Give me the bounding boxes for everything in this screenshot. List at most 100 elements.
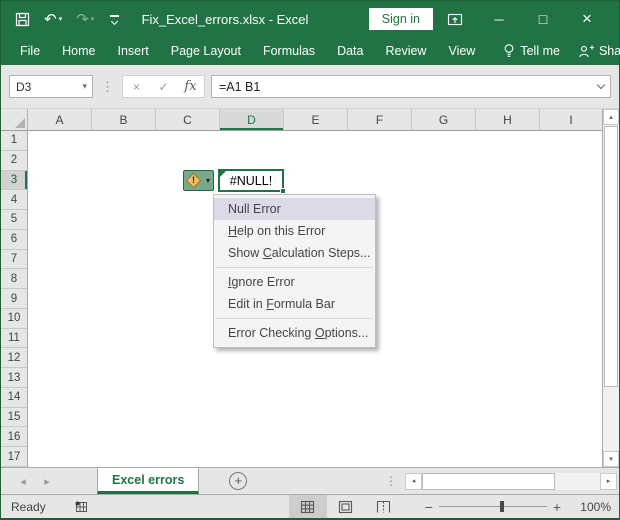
column-header-a[interactable]: A — [28, 109, 92, 130]
formula-bar-splitter[interactable]: ⋮ — [99, 79, 116, 95]
sign-in-button[interactable]: Sign in — [369, 8, 433, 30]
sheet-nav-right-icon[interactable]: ▸ — [35, 475, 59, 488]
save-icon[interactable] — [15, 12, 30, 27]
column-header-i[interactable]: I — [540, 109, 602, 130]
tab-home[interactable]: Home — [51, 39, 106, 63]
normal-view-button[interactable] — [289, 495, 327, 518]
zoom-level[interactable]: 100% — [577, 500, 611, 514]
row-header-8[interactable]: 8 — [1, 269, 27, 289]
sheet-tab-excel-errors[interactable]: Excel errors — [97, 468, 199, 494]
vertical-scrollbar[interactable]: ▴ ▾ — [602, 109, 619, 467]
page-layout-view-button[interactable] — [327, 495, 365, 518]
column-header-h[interactable]: H — [476, 109, 540, 130]
column-header-b[interactable]: B — [92, 109, 156, 130]
row-header-4[interactable]: 4 — [1, 190, 27, 210]
row-header-1[interactable]: 1 — [1, 131, 27, 151]
row-header-11[interactable]: 11 — [1, 329, 27, 349]
undo-button[interactable]: ↶▾ — [44, 12, 62, 27]
horizontal-scroll-thumb[interactable] — [422, 473, 555, 490]
row-header-9[interactable]: 9 — [1, 289, 27, 309]
active-cell[interactable]: #NULL! — [218, 169, 284, 192]
column-header-d[interactable]: D — [220, 109, 284, 130]
customize-quick-access-button[interactable] — [110, 15, 119, 24]
row-header-6[interactable]: 6 — [1, 230, 27, 250]
formula-input[interactable] — [212, 80, 592, 94]
row-header-5[interactable]: 5 — [1, 210, 27, 230]
menu-item-null-error[interactable]: Null Error — [214, 198, 375, 220]
macro-record-icon[interactable] — [74, 500, 89, 513]
row-header-7[interactable]: 7 — [1, 250, 27, 270]
scroll-left-button[interactable]: ◂ — [405, 473, 422, 490]
zoom-slider-handle[interactable] — [500, 501, 504, 512]
name-box-dropdown-icon[interactable]: ▾ — [82, 81, 87, 92]
row-header-3[interactable]: 3 — [1, 171, 27, 191]
new-sheet-button[interactable]: + — [229, 472, 247, 490]
vertical-scroll-thumb[interactable] — [604, 126, 618, 387]
error-options-button[interactable]: ! ▾ — [183, 170, 214, 191]
column-header-c[interactable]: C — [156, 109, 220, 130]
row-header-2[interactable]: 2 — [1, 151, 27, 171]
horizontal-scrollbar[interactable]: ◂ ▸ — [405, 473, 617, 490]
tab-file[interactable]: File — [9, 39, 51, 63]
row-header-15[interactable]: 15 — [1, 408, 27, 428]
maximize-button[interactable]: □ — [521, 4, 565, 34]
menu-item-edit-in-formula-bar[interactable]: Edit in Formula Bar — [214, 293, 375, 315]
row-header-14[interactable]: 14 — [1, 388, 27, 408]
customize-bar-icon — [110, 15, 119, 17]
page-break-preview-button[interactable] — [365, 495, 403, 518]
column-header-f[interactable]: F — [348, 109, 412, 130]
row-header-16[interactable]: 16 — [1, 427, 27, 447]
redo-button[interactable]: ↷▾ — [76, 12, 94, 27]
row-header-12[interactable]: 12 — [1, 348, 27, 368]
lightbulb-icon — [503, 43, 515, 59]
close-button[interactable]: × — [565, 4, 609, 34]
scroll-right-button[interactable]: ▸ — [600, 473, 617, 490]
tab-page-layout[interactable]: Page Layout — [160, 39, 252, 63]
undo-dropdown-icon[interactable]: ▾ — [59, 16, 63, 23]
formula-bar: ▾ ⋮ × ✓ fx — [1, 65, 619, 109]
tab-review[interactable]: Review — [374, 39, 437, 63]
tab-scrollbar-splitter[interactable]: ⋮ — [385, 474, 397, 488]
expand-formula-bar-button[interactable] — [592, 85, 610, 88]
column-headers: A B C D E F G H I — [1, 109, 602, 131]
menu-item-ignore-error[interactable]: Ignore Error — [214, 271, 375, 293]
row-header-17[interactable]: 17 — [1, 447, 27, 467]
tab-data[interactable]: Data — [326, 39, 374, 63]
insert-function-button[interactable]: fx — [177, 79, 204, 94]
name-box-input[interactable] — [10, 80, 68, 94]
menu-label-part: ormula Bar — [274, 297, 335, 311]
zoom-out-button[interactable]: − — [419, 499, 439, 515]
enter-button[interactable]: ✓ — [150, 80, 177, 94]
column-header-e[interactable]: E — [284, 109, 348, 130]
tab-formulas[interactable]: Formulas — [252, 39, 326, 63]
menu-label-part: gnore Error — [231, 275, 294, 289]
vertical-scroll-track[interactable] — [603, 388, 619, 451]
menu-item-help-on-this-error[interactable]: Help on this Error — [214, 220, 375, 242]
sheet-nav-left-icon[interactable]: ◂ — [11, 475, 35, 488]
select-all-button[interactable] — [1, 109, 28, 130]
scroll-up-button[interactable]: ▴ — [603, 109, 619, 125]
ribbon-display-options-button[interactable] — [433, 4, 477, 34]
name-box[interactable]: ▾ — [9, 75, 93, 98]
menu-label-part: C — [263, 246, 272, 260]
grid-view-icon — [300, 500, 315, 514]
sheet-area: A B C D E F G H I 1 2 3 4 5 6 7 8 — [1, 109, 619, 467]
menu-item-show-calculation-steps[interactable]: Show Calculation Steps... — [214, 242, 375, 264]
tell-me-button[interactable]: Tell me — [494, 38, 569, 64]
row-header-10[interactable]: 10 — [1, 309, 27, 329]
tab-view[interactable]: View — [437, 39, 486, 63]
zoom-in-button[interactable]: + — [547, 499, 567, 515]
share-button[interactable]: Share — [569, 39, 620, 64]
tab-insert[interactable]: Insert — [107, 39, 160, 63]
menu-separator — [216, 318, 373, 319]
chevron-down-icon — [597, 81, 605, 89]
cancel-button[interactable]: × — [123, 80, 150, 94]
row-header-13[interactable]: 13 — [1, 368, 27, 388]
column-header-g[interactable]: G — [412, 109, 476, 130]
zoom-slider-track[interactable] — [439, 506, 547, 507]
scroll-down-button[interactable]: ▾ — [603, 451, 619, 467]
horizontal-scroll-track[interactable] — [422, 473, 600, 490]
menu-item-error-checking-options[interactable]: Error Checking Options... — [214, 322, 375, 344]
menu-label-part: ptions... — [325, 326, 369, 340]
minimize-button[interactable]: ─ — [477, 4, 521, 34]
